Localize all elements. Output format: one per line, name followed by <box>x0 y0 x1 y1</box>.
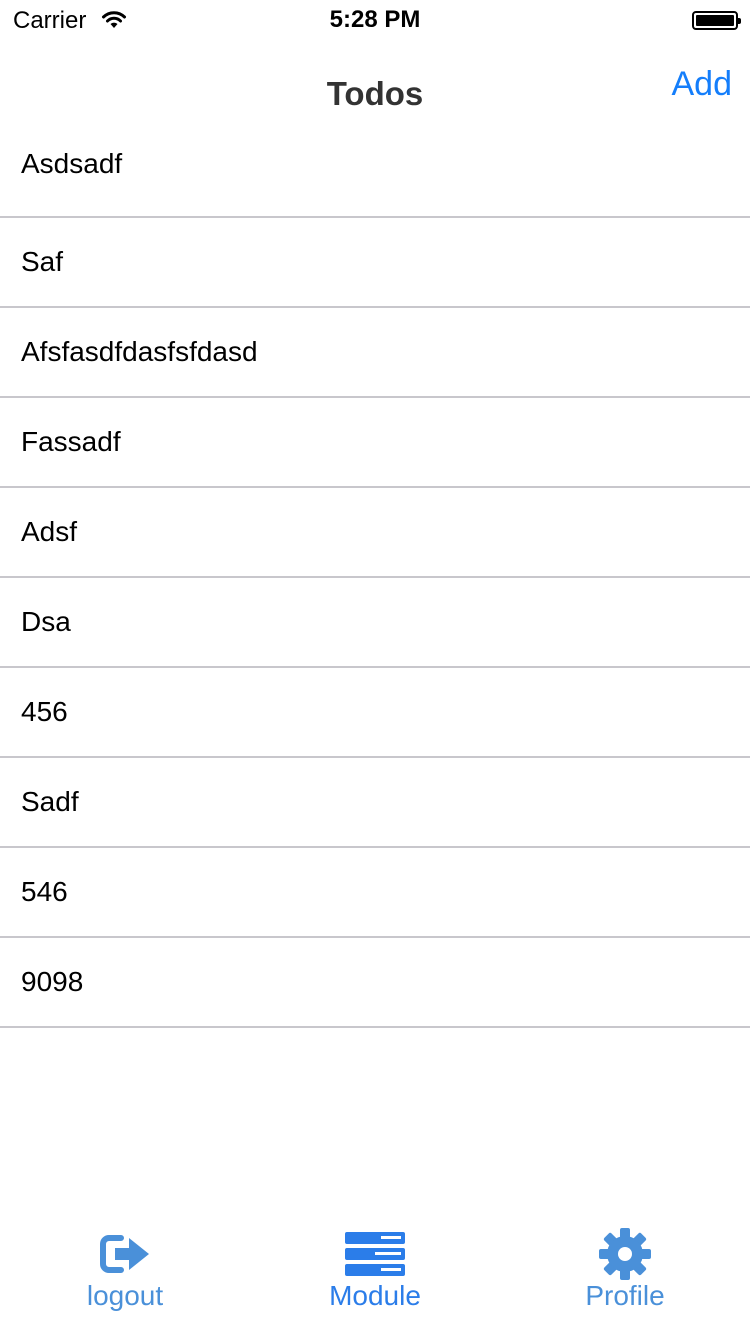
tab-profile[interactable]: Profile <box>500 1224 750 1334</box>
list-item-label: Afsfasdfdasfsfdasd <box>21 336 258 367</box>
list-item-label: Dsa <box>21 606 71 637</box>
tab-module[interactable]: Module <box>250 1224 500 1334</box>
list-item[interactable]: Fassadf <box>0 398 750 488</box>
tab-bar: logout Module Profile <box>0 1224 750 1334</box>
list-item[interactable]: Sadf <box>0 758 750 848</box>
list-item[interactable]: 546 <box>0 848 750 938</box>
navigation-bar: Todos Add <box>0 40 750 120</box>
logout-icon <box>100 1235 149 1273</box>
tab-module-label: Module <box>329 1280 421 1311</box>
list-item[interactable]: Adsf <box>0 488 750 578</box>
gear-icon <box>599 1228 651 1280</box>
status-bar: Carrier 5:28 PM <box>0 0 750 40</box>
list-item[interactable]: Asdsadf <box>0 120 750 218</box>
list-item-label: 456 <box>21 696 68 727</box>
list-item-label: Adsf <box>21 516 78 547</box>
module-icon <box>345 1232 405 1276</box>
list-item-label: Fassadf <box>21 426 121 457</box>
list-item[interactable]: Afsfasdfdasfsfdasd <box>0 308 750 398</box>
list-item-label: Asdsadf <box>21 148 123 179</box>
list-item-label: Saf <box>21 246 64 277</box>
tab-logout[interactable]: logout <box>0 1224 250 1334</box>
list-item-label: 9098 <box>21 966 84 997</box>
list-item[interactable]: 456 <box>0 668 750 758</box>
battery-icon <box>692 11 741 30</box>
tab-logout-label: logout <box>86 1280 164 1311</box>
list-item[interactable]: Dsa <box>0 578 750 668</box>
list-item-label: 546 <box>21 876 68 907</box>
list-item-label: Sadf <box>21 786 79 817</box>
list-item[interactable]: 9098 <box>0 938 750 1028</box>
status-time: 5:28 PM <box>329 6 421 33</box>
todo-list: Asdsadf Saf Afsfasdfdasfsfdasd Fassadf A… <box>0 120 750 1028</box>
list-item[interactable]: Saf <box>0 218 750 308</box>
page-title: Todos <box>326 75 424 112</box>
add-button[interactable]: Add <box>672 65 733 104</box>
tab-profile-label: Profile <box>585 1280 665 1311</box>
